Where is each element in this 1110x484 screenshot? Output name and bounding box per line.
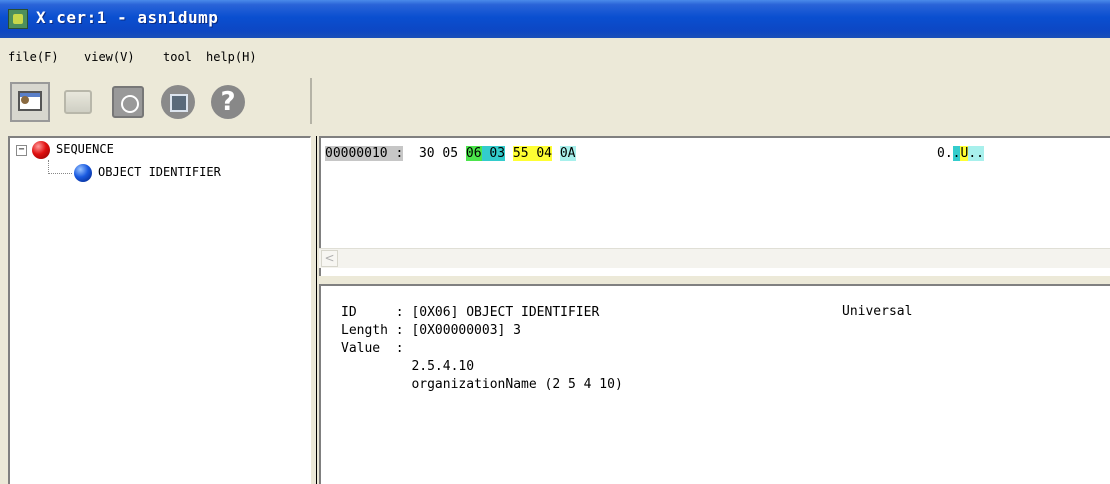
oid-node-icon [74, 164, 92, 182]
scroll-left-icon[interactable]: < [321, 250, 338, 267]
hex-byte-length: 03 [489, 146, 506, 161]
menu-view[interactable]: view(V) [84, 50, 135, 64]
detail-text: ID : [0X06] OBJECT IDENTIFIER Length : [… [341, 304, 623, 394]
menu-bar: file(F) view(V) tool help(H) [0, 38, 1110, 72]
folder-icon [64, 90, 92, 114]
menu-file[interactable]: file(F) [8, 50, 59, 64]
hex-line: 00000010 : 30 05 06 03 55 04 0A [325, 146, 576, 161]
detail-value-label: Value : [341, 341, 404, 356]
toolbar: ? [0, 72, 1110, 130]
vertical-splitter[interactable] [311, 136, 319, 484]
tree-connector [48, 160, 49, 174]
folder-button[interactable] [58, 82, 98, 122]
detail-class: Universal [842, 304, 913, 319]
detail-value-name: organizationName (2 5 4 10) [411, 377, 623, 392]
hex-byte-tag: 06 [465, 146, 482, 161]
hex-byte: 05 [442, 146, 459, 161]
power-button[interactable] [108, 82, 148, 122]
horizontal-splitter[interactable] [319, 276, 1110, 284]
disk-icon [161, 85, 195, 119]
window-title: X.cer:1 - asn1dump [36, 8, 219, 27]
detail-id: ID : [0X06] OBJECT IDENTIFIER [341, 305, 600, 320]
hex-byte-value: 55 [512, 146, 529, 161]
title-bar[interactable]: X.cer:1 - asn1dump [0, 0, 1110, 38]
ascii-line: 0..U.. [937, 146, 984, 161]
tree-node-sequence[interactable]: SEQUENCE [56, 142, 114, 156]
ascii-char: 0 [937, 146, 945, 161]
hex-byte-value: 0A [559, 146, 576, 161]
horizontal-scrollbar[interactable]: < [319, 248, 1110, 268]
help-button[interactable]: ? [208, 82, 248, 122]
save-button[interactable] [158, 82, 198, 122]
hex-byte: 30 [418, 146, 435, 161]
app-icon [8, 9, 28, 29]
sequence-node-icon [32, 141, 50, 159]
ascii-char: . [968, 146, 977, 161]
power-icon [112, 86, 144, 118]
detail-length: Length : [0X00000003] 3 [341, 323, 522, 338]
hex-address: 00000010 : [325, 146, 404, 161]
toolbar-group: ? [6, 78, 312, 124]
detail-value-oid: 2.5.4.10 [411, 359, 475, 374]
open-button[interactable] [10, 82, 50, 122]
help-icon: ? [211, 85, 245, 119]
ascii-char: . [944, 146, 953, 161]
tree-node-object-identifier[interactable]: OBJECT IDENTIFIER [98, 165, 221, 179]
tree-connector [48, 173, 72, 174]
tree-pane[interactable]: − SEQUENCE OBJECT IDENTIFIER [8, 136, 311, 484]
collapse-icon[interactable]: − [16, 145, 27, 156]
menu-tool[interactable]: tool [163, 50, 192, 64]
menu-help[interactable]: help(H) [206, 50, 257, 64]
hex-byte-value: 04 [536, 146, 553, 161]
gear-icon [21, 96, 29, 104]
detail-pane[interactable]: ID : [0X06] OBJECT IDENTIFIER Length : [… [319, 284, 1110, 484]
